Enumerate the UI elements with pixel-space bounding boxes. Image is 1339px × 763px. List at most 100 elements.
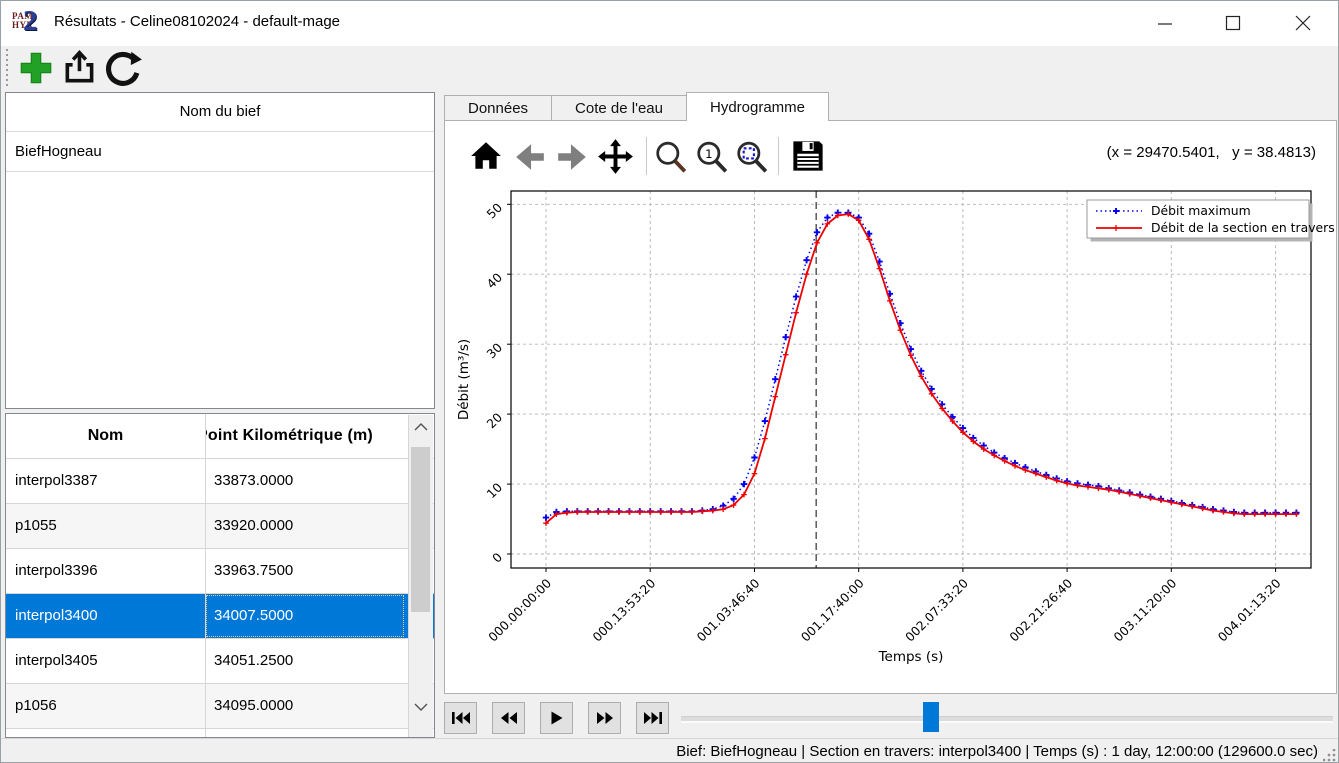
svg-text:002.07:33:20: 002.07:33:20 bbox=[903, 576, 971, 644]
close-icon bbox=[1295, 15, 1311, 31]
mpl-save-button[interactable] bbox=[790, 138, 824, 172]
table-row[interactable]: interpol339633963.7500 bbox=[6, 549, 434, 594]
save-floppy-icon bbox=[790, 138, 826, 174]
mpl-home-button[interactable] bbox=[469, 139, 503, 173]
time-slider-handle[interactable] bbox=[923, 702, 939, 732]
scrollbar-thumb[interactable] bbox=[411, 447, 430, 612]
app-logo-icon: PAMHYR 2 bbox=[12, 8, 46, 39]
table-cell[interactable]: interpol3396 bbox=[6, 549, 205, 593]
tab-bar: DonnéesCote de l'eauHydrogramme bbox=[444, 95, 828, 121]
player-skip-start-button[interactable] bbox=[444, 702, 477, 734]
column-header-nom[interactable]: Nom bbox=[6, 414, 205, 458]
minimize-button[interactable] bbox=[1145, 7, 1185, 39]
fast-forward-icon bbox=[596, 711, 614, 725]
player-fast-forward-button[interactable] bbox=[588, 702, 621, 734]
skip-end-icon bbox=[643, 711, 663, 725]
mpl-zoom-region-button[interactable]: 1 bbox=[695, 140, 729, 174]
table-header-row: Nom Point Kilométrique (m) bbox=[6, 414, 434, 459]
time-slider-track[interactable] bbox=[681, 716, 1333, 723]
export-icon bbox=[61, 49, 99, 87]
svg-text:000.13:53:20: 000.13:53:20 bbox=[590, 576, 658, 644]
maximize-icon bbox=[1225, 15, 1241, 31]
table-cell[interactable]: interpol3405 bbox=[6, 639, 205, 683]
player-skip-end-button[interactable] bbox=[636, 702, 669, 734]
title-bar: PAMHYR 2 Résultats - Celine08102024 - de… bbox=[1, 1, 1338, 46]
player-rewind-button[interactable] bbox=[492, 702, 525, 734]
table-cell[interactable]: interpol3387 bbox=[6, 459, 205, 503]
scroll-down-icon[interactable] bbox=[409, 695, 432, 721]
scroll-up-icon[interactable] bbox=[409, 415, 432, 441]
skip-start-icon bbox=[451, 711, 471, 725]
status-bar: Bief: BiefHogneau | Section en travers: … bbox=[1, 738, 1338, 763]
svg-text:10: 10 bbox=[484, 480, 505, 501]
resize-grip[interactable] bbox=[1323, 749, 1336, 762]
vertical-scrollbar[interactable] bbox=[408, 415, 433, 737]
table-cell[interactable]: p1056 bbox=[6, 684, 205, 728]
svg-text:004.01:13:20: 004.01:13:20 bbox=[1215, 576, 1283, 644]
bief-list-panel: Nom du bief BiefHogneau bbox=[5, 92, 435, 409]
svg-text:50: 50 bbox=[484, 201, 505, 222]
plus-icon bbox=[17, 49, 55, 87]
table-cell[interactable]: 34051.2500 bbox=[205, 639, 405, 683]
pan-move-icon bbox=[597, 138, 634, 175]
tab-cote-de-l-eau[interactable]: Cote de l'eau bbox=[551, 95, 687, 120]
table-cell[interactable]: 34095.0000 bbox=[205, 684, 405, 728]
mpl-pan-button[interactable] bbox=[597, 138, 631, 172]
table-row[interactable]: p105634095.0000 bbox=[6, 684, 434, 729]
svg-text:003.11:20:00: 003.11:20:00 bbox=[1111, 576, 1179, 644]
rewind-icon bbox=[500, 711, 518, 725]
cursor-coordinates: (x = 29470.5401, y = 38.4813) bbox=[1107, 144, 1316, 161]
svg-text:30: 30 bbox=[484, 340, 505, 361]
table-row bbox=[6, 729, 434, 738]
close-button[interactable] bbox=[1283, 7, 1323, 39]
tab-hydrogramme[interactable]: Hydrogramme bbox=[686, 92, 829, 121]
reload-button[interactable] bbox=[103, 49, 143, 89]
status-text: Bief: BiefHogneau | Section en travers: … bbox=[676, 743, 1318, 760]
table-row[interactable]: interpol338733873.0000 bbox=[6, 459, 434, 504]
tab-donn-es[interactable]: Données bbox=[444, 95, 552, 120]
table-cell[interactable]: interpol3400 bbox=[6, 594, 205, 638]
table-cell[interactable]: 33920.0000 bbox=[205, 504, 405, 548]
svg-text:40: 40 bbox=[484, 270, 505, 291]
table-cell[interactable]: 34007.5000 bbox=[205, 594, 405, 638]
table-row[interactable]: interpol340034007.5000 bbox=[6, 594, 434, 639]
add-button[interactable] bbox=[17, 49, 57, 89]
svg-text:001.17:40:00: 001.17:40:00 bbox=[798, 576, 866, 644]
window-title: Résultats - Celine08102024 - default-mag… bbox=[54, 13, 340, 30]
svg-text:Temps (s): Temps (s) bbox=[878, 649, 944, 665]
maximize-button[interactable] bbox=[1213, 7, 1253, 39]
svg-text:001.03:46:40: 001.03:46:40 bbox=[694, 576, 762, 644]
forward-arrow-icon bbox=[555, 140, 589, 174]
minimize-icon bbox=[1157, 15, 1173, 31]
magnifier-1-icon: 1 bbox=[695, 140, 729, 174]
table-row[interactable]: p105533920.0000 bbox=[6, 504, 434, 549]
mpl-zoom-button[interactable] bbox=[654, 140, 688, 174]
column-header-pk[interactable]: Point Kilométrique (m) bbox=[205, 414, 406, 458]
svg-text:0: 0 bbox=[490, 550, 505, 565]
app-window: PAMHYR 2 Résultats - Celine08102024 - de… bbox=[0, 0, 1339, 763]
svg-text:Débit de la section en travers: Débit de la section en travers bbox=[1151, 220, 1335, 235]
mpl-forward-button[interactable] bbox=[555, 140, 589, 174]
table-cell[interactable]: 33963.7500 bbox=[205, 549, 405, 593]
home-icon bbox=[469, 139, 503, 173]
bief-list-item[interactable]: BiefHogneau bbox=[6, 132, 434, 172]
mpl-back-button[interactable] bbox=[513, 140, 547, 174]
svg-text:20: 20 bbox=[484, 410, 505, 431]
back-arrow-icon bbox=[513, 140, 547, 174]
svg-text:1: 1 bbox=[705, 147, 712, 161]
svg-text:000.00:00:00: 000.00:00:00 bbox=[486, 576, 554, 644]
mpl-zoom-fit-button[interactable] bbox=[735, 140, 769, 174]
svg-text:002.21:26:40: 002.21:26:40 bbox=[1007, 576, 1075, 644]
svg-text:Débit maximum: Débit maximum bbox=[1151, 203, 1251, 218]
reload-icon bbox=[103, 49, 143, 89]
magnifier-icon bbox=[654, 140, 688, 174]
table-cell[interactable]: p1055 bbox=[6, 504, 205, 548]
toolbar-drag-handle[interactable] bbox=[6, 49, 8, 88]
hydrogramme-chart[interactable]: 000.00:00:00 000.13:53:20 001.03:46:40 001.… bbox=[446, 186, 1336, 691]
export-button[interactable] bbox=[61, 49, 101, 89]
table-cell[interactable]: 33873.0000 bbox=[205, 459, 405, 503]
table-row[interactable]: interpol340534051.2500 bbox=[6, 639, 434, 684]
player-play-button[interactable] bbox=[540, 702, 573, 734]
bief-list-header: Nom du bief bbox=[6, 93, 434, 132]
svg-text:Débit (m³/s): Débit (m³/s) bbox=[456, 339, 472, 420]
